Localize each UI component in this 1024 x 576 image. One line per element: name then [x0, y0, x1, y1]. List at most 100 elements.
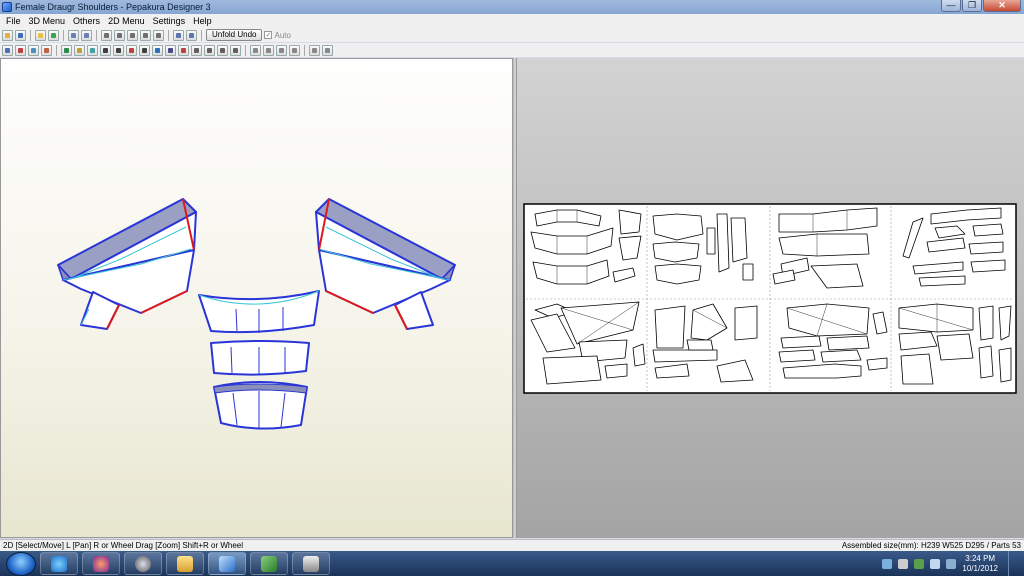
- status-hint: 2D [Select/Move] L [Pan] R or Wheel Drag…: [3, 541, 244, 550]
- 3d-model-canvas[interactable]: [1, 59, 514, 539]
- auto-checkbox[interactable]: ✓ Auto: [264, 30, 291, 40]
- center-band-middle: [210, 340, 310, 376]
- left-shoulder-model: [57, 198, 197, 330]
- help-icon[interactable]: [882, 558, 893, 569]
- shading-icon[interactable]: [48, 29, 59, 41]
- maximize-button[interactable]: ❐: [962, 0, 982, 12]
- refresh-icon[interactable]: [322, 44, 333, 56]
- toolbar-separator: [56, 44, 57, 56]
- face-icon[interactable]: [61, 44, 72, 56]
- start-button[interactable]: [6, 551, 36, 576]
- unfold-undo-button[interactable]: Unfold Undo: [206, 29, 263, 41]
- number-icon[interactable]: [165, 44, 176, 56]
- redo-icon[interactable]: [81, 29, 92, 41]
- cut-icon[interactable]: [100, 44, 111, 56]
- taskbar-app-3[interactable]: [124, 552, 162, 575]
- toolbar-separator: [245, 44, 246, 56]
- group-icon[interactable]: [87, 44, 98, 56]
- save-icon[interactable]: [15, 29, 26, 41]
- undo-icon[interactable]: [68, 29, 79, 41]
- ie-icon: [51, 555, 67, 572]
- network-icon[interactable]: [914, 558, 925, 569]
- scissors-icon[interactable]: [126, 44, 137, 56]
- edit-icon[interactable]: [101, 29, 112, 41]
- folder-icon: [177, 555, 193, 572]
- leaf-app-icon: [261, 555, 277, 572]
- open-icon[interactable]: [2, 29, 13, 41]
- window-title: Female Draugr Shoulders - Pepakura Desig…: [15, 2, 211, 12]
- window-controls: — ❐ ✕: [941, 0, 1021, 12]
- zoom-icon[interactable]: [309, 44, 320, 56]
- align-top-icon[interactable]: [289, 44, 300, 56]
- glue-icon[interactable]: [139, 44, 150, 56]
- 3d-app-icon: [93, 555, 109, 572]
- toolbar-separator: [96, 29, 97, 41]
- menu-file[interactable]: File: [2, 16, 25, 26]
- app-icon: [2, 2, 12, 12]
- scale-icon[interactable]: [113, 44, 124, 56]
- toolbar-main: Unfold Undo ✓ Auto: [0, 28, 1024, 42]
- align-right-icon[interactable]: [276, 44, 287, 56]
- view-split-icon[interactable]: [186, 29, 197, 41]
- flaps-icon[interactable]: [140, 29, 151, 41]
- grid-icon[interactable]: [204, 44, 215, 56]
- select-icon[interactable]: [2, 44, 13, 56]
- device-icon: [303, 555, 319, 572]
- show-desktop-button[interactable]: [1008, 551, 1016, 576]
- system-tray: 3:24 PM 10/1/2012: [882, 551, 1016, 576]
- menu-others[interactable]: Others: [69, 16, 104, 26]
- page-icon[interactable]: [230, 44, 241, 56]
- print-icon[interactable]: [217, 44, 228, 56]
- volume-icon[interactable]: [930, 558, 941, 569]
- clock[interactable]: 3:24 PM 10/1/2012: [962, 554, 998, 574]
- clock-time: 3:24 PM: [965, 553, 996, 563]
- 3d-view-pane[interactable]: [0, 58, 513, 538]
- join-icon[interactable]: [127, 29, 138, 41]
- 2d-layout-canvas[interactable]: [517, 58, 1024, 538]
- rotate-icon[interactable]: [153, 29, 164, 41]
- minimize-button[interactable]: —: [941, 0, 961, 12]
- mark-icon[interactable]: [178, 44, 189, 56]
- assembled-size-info: Assembled size(mm): H239 W525 D295 / Par…: [841, 541, 1021, 550]
- pointer-icon[interactable]: [15, 44, 26, 56]
- menu-settings[interactable]: Settings: [149, 16, 190, 26]
- taskbar-pepakura[interactable]: [208, 552, 246, 575]
- text-icon[interactable]: [152, 44, 163, 56]
- menu-help[interactable]: Help: [189, 16, 216, 26]
- menu-bar: File 3D Menu Others 2D Menu Settings Hel…: [0, 14, 1024, 28]
- toolbar-tools: [0, 43, 1024, 57]
- title-bar: Female Draugr Shoulders - Pepakura Desig…: [0, 0, 1024, 14]
- status-bar: 2D [Select/Move] L [Pan] R or Wheel Drag…: [0, 539, 1024, 551]
- menu-2d[interactable]: 2D Menu: [104, 16, 149, 26]
- right-shoulder-model: [315, 198, 456, 330]
- taskbar-app-6[interactable]: [250, 552, 288, 575]
- menu-3d[interactable]: 3D Menu: [25, 16, 70, 26]
- taskbar-ie[interactable]: [40, 552, 78, 575]
- auto-label: Auto: [274, 30, 291, 40]
- toolbar-separator: [30, 29, 31, 41]
- edge-icon[interactable]: [41, 44, 52, 56]
- texture-icon[interactable]: [35, 29, 46, 41]
- clock-date: 10/1/2012: [962, 563, 998, 573]
- center-band-top: [198, 290, 320, 334]
- taskbar-app-7[interactable]: [292, 552, 330, 575]
- fold-icon[interactable]: [114, 29, 125, 41]
- media-icon: [135, 555, 151, 572]
- toolbar-separator: [63, 29, 64, 41]
- show-hidden-icons[interactable]: [898, 558, 909, 569]
- toolbar-separator: [304, 44, 305, 56]
- taskbar-explorer[interactable]: [166, 552, 204, 575]
- align-center-icon[interactable]: [263, 44, 274, 56]
- display-icon[interactable]: [946, 558, 957, 569]
- move-icon[interactable]: [28, 44, 39, 56]
- view-single-icon[interactable]: [173, 29, 184, 41]
- layout-icon[interactable]: [191, 44, 202, 56]
- 2d-view-pane[interactable]: [517, 58, 1024, 538]
- taskbar-app-2[interactable]: [82, 552, 120, 575]
- toolbar-separator: [201, 29, 202, 41]
- toolbar-separator: [168, 29, 169, 41]
- part-icon[interactable]: [74, 44, 85, 56]
- auto-check-box[interactable]: ✓: [264, 31, 273, 39]
- align-left-icon[interactable]: [250, 44, 261, 56]
- close-button[interactable]: ✕: [983, 0, 1021, 12]
